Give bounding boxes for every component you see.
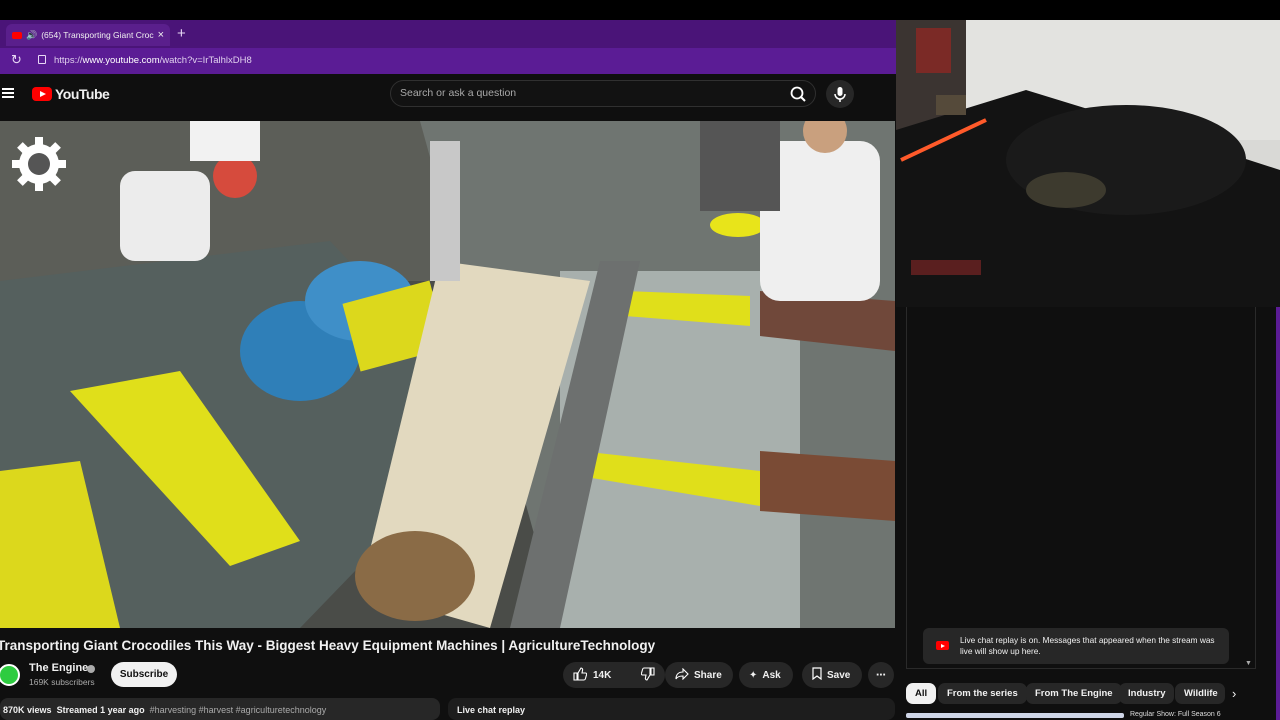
video-player[interactable]: [0, 121, 895, 628]
live-chat-replay-bar[interactable]: Live chat replay: [448, 698, 895, 720]
menu-icon[interactable]: [2, 88, 14, 98]
next-video-thumbnail[interactable]: [906, 713, 1124, 718]
ask-button[interactable]: ✦ Ask: [739, 662, 793, 688]
webcam-overlay: [896, 20, 1280, 307]
like-dislike-group: 14K: [563, 662, 665, 688]
chip-wildlife[interactable]: Wildlife: [1175, 683, 1225, 704]
chat-replay-notice: Live chat replay is on. Messages that ap…: [923, 628, 1229, 664]
chip-industry[interactable]: Industry: [1119, 683, 1175, 704]
video-title: Transporting Giant Crocodiles This Way -…: [0, 638, 656, 653]
subscribe-button[interactable]: Subscribe: [111, 662, 177, 687]
more-actions-icon[interactable]: ⋯: [868, 662, 894, 688]
youtube-logo-text: YouTube: [55, 86, 110, 102]
description-box[interactable]: 870K views Streamed 1 year ago #harvesti…: [0, 698, 440, 720]
thumbs-up-icon: [573, 666, 588, 684]
webcam-frame: [896, 20, 1280, 307]
youtube-logo[interactable]: YouTube: [32, 86, 110, 102]
chip-from-the-engine[interactable]: From The Engine: [1026, 683, 1122, 704]
like-button[interactable]: 14K: [563, 662, 621, 688]
youtube-play-icon: [32, 87, 52, 101]
channel-name[interactable]: The Engine: [29, 662, 88, 674]
verified-icon: [87, 665, 95, 673]
bookmark-icon: [812, 667, 822, 683]
subscriber-count: 169K subscribers: [29, 677, 95, 687]
chip-all[interactable]: All: [906, 683, 937, 704]
site-info-icon[interactable]: [38, 55, 46, 64]
like-count: 14K: [593, 669, 612, 681]
live-chat-panel: [906, 307, 1256, 669]
mic-icon[interactable]: [826, 80, 854, 108]
browser-tab[interactable]: 🔊 (654) Transporting Giant Croc ×: [6, 24, 170, 46]
search-icon[interactable]: [784, 82, 812, 106]
tab-title: (654) Transporting Giant Croc: [41, 30, 154, 40]
chevron-right-icon[interactable]: ›: [1232, 686, 1236, 701]
url-field[interactable]: https://www.youtube.com/watch?v=IrTalhlx…: [54, 55, 252, 66]
hashtags[interactable]: #harvesting #harvest #agriculturetechnol…: [150, 705, 327, 715]
channel-avatar[interactable]: [0, 664, 20, 686]
video-frame: [0, 121, 895, 628]
share-icon: [675, 667, 689, 683]
url-domain: www.youtube.com: [82, 55, 160, 66]
new-tab-button[interactable]: +: [177, 25, 186, 42]
url-prefix: https://: [54, 55, 83, 66]
chat-scroll-down-icon[interactable]: ▼: [1245, 660, 1252, 667]
search-placeholder: Search or ask a question: [400, 87, 517, 99]
next-video-title[interactable]: Regular Show: Full Season 6: [1130, 711, 1221, 718]
sparkle-icon: ✦: [749, 669, 758, 681]
tab-close-icon[interactable]: ×: [158, 29, 164, 41]
share-label: Share: [694, 669, 722, 681]
youtube-favicon-icon: [12, 31, 22, 39]
ask-label: Ask: [762, 669, 781, 681]
window-edge: [1276, 307, 1280, 720]
stream-date: Streamed 1 year ago: [56, 705, 145, 715]
speaker-icon[interactable]: 🔊: [26, 30, 37, 41]
chip-from-the-series[interactable]: From the series: [938, 683, 1027, 704]
chat-replay-text: Live chat replay is on. Messages that ap…: [960, 635, 1215, 656]
dislike-button[interactable]: [631, 662, 665, 688]
share-button[interactable]: Share: [665, 662, 733, 688]
gear-logo-icon: [12, 137, 66, 196]
save-label: Save: [827, 669, 851, 681]
url-path: /watch?v=IrTalhlxDH8: [159, 55, 252, 66]
youtube-play-icon: [936, 641, 949, 650]
save-button[interactable]: Save: [802, 662, 862, 688]
reload-icon[interactable]: ↻: [11, 52, 22, 68]
next-video-strip[interactable]: Regular Show: Full Season 6: [906, 710, 1276, 720]
top-black-strip: [0, 0, 1280, 20]
thumbs-down-icon: [641, 666, 655, 684]
view-count: 870K views: [3, 705, 52, 715]
